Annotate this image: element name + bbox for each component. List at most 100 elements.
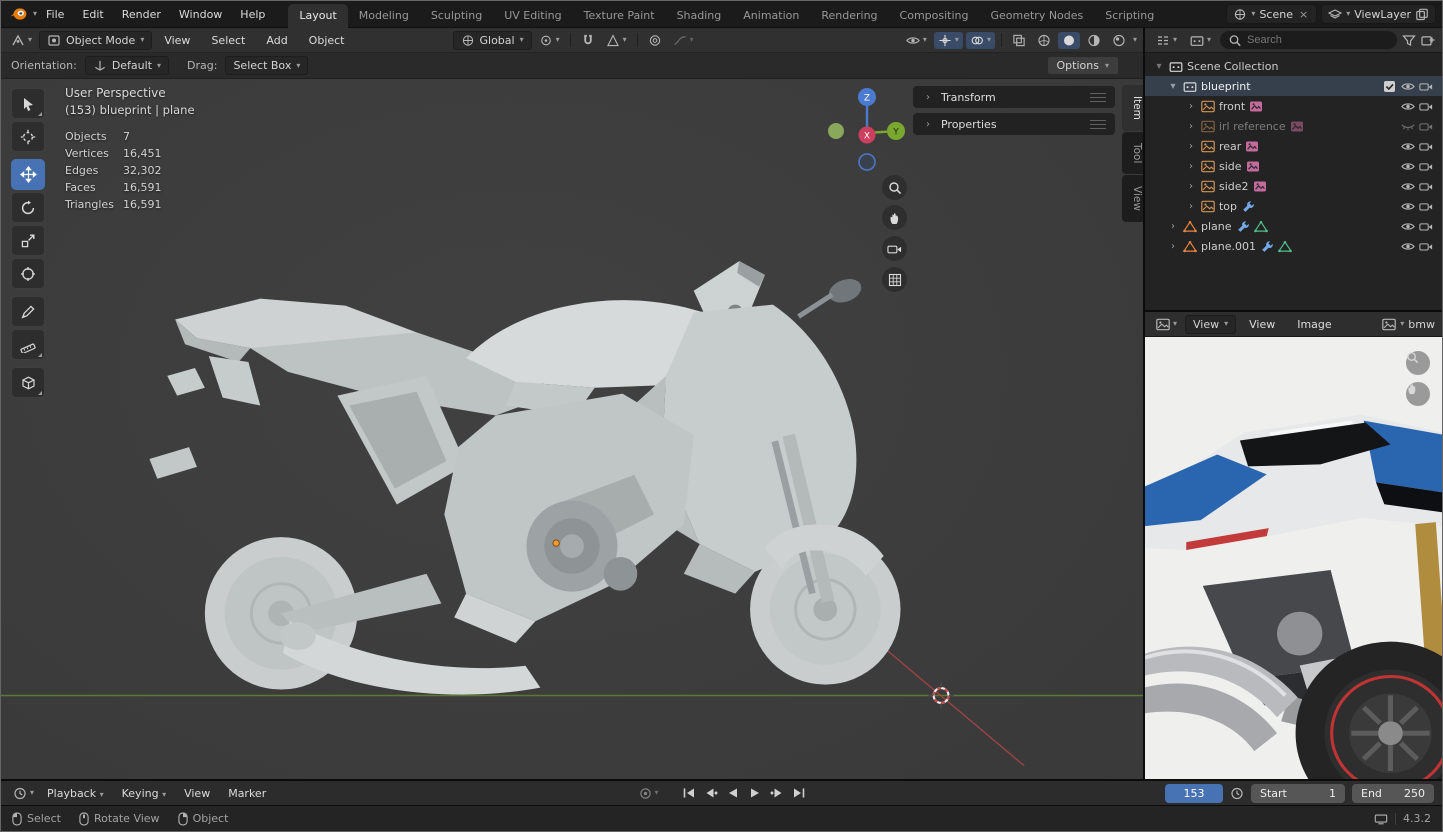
camera-icon[interactable] [1419, 160, 1433, 173]
proportional-editing-toggle[interactable] [644, 32, 666, 49]
play-reverse-button[interactable] [724, 784, 743, 802]
tab-modeling[interactable]: Modeling [348, 4, 420, 28]
outliner-row-top[interactable]: › top [1145, 196, 1442, 216]
expand-arrow[interactable]: › [1185, 121, 1197, 132]
shading-rendered-button[interactable] [1108, 32, 1130, 49]
shading-wireframe-button[interactable] [1033, 32, 1055, 49]
eye-icon[interactable] [1401, 160, 1415, 173]
expand-arrow[interactable]: › [1167, 221, 1179, 232]
falloff-dropdown[interactable]: ▾ [669, 32, 698, 49]
expand-arrow[interactable]: ▾ [1167, 81, 1179, 92]
menu-add[interactable]: Add [257, 31, 296, 50]
tab-texture-paint[interactable]: Texture Paint [573, 4, 666, 28]
shading-chevron-icon[interactable]: ▾ [1133, 36, 1137, 44]
image-zoom-button[interactable] [1406, 351, 1430, 375]
shading-material-button[interactable] [1083, 32, 1105, 49]
new-collection-icon[interactable] [1421, 34, 1435, 47]
navigation-gizmo[interactable]: Z Y X [827, 85, 907, 171]
eye-icon[interactable] [1401, 80, 1415, 93]
image-mode-dropdown[interactable]: View ▾ [1184, 314, 1237, 334]
expand-arrow[interactable]: › [1167, 241, 1179, 252]
preview-range-icon[interactable] [1230, 787, 1244, 800]
image-pan-button[interactable] [1406, 382, 1430, 406]
tab-scripting[interactable]: Scripting [1094, 4, 1165, 28]
tool-measure[interactable] [11, 329, 45, 360]
timeline-view-menu[interactable]: View [175, 784, 219, 803]
menu-edit[interactable]: Edit [73, 5, 112, 24]
npanel-properties-section[interactable]: › Properties [912, 113, 1115, 135]
jump-to-end-button[interactable] [790, 784, 809, 802]
npanel-tab-view[interactable]: View [1121, 175, 1143, 223]
eye-icon[interactable] [1401, 220, 1415, 233]
play-button[interactable] [746, 784, 765, 802]
camera-icon[interactable] [1419, 200, 1433, 213]
tool-rotate[interactable] [11, 192, 45, 223]
auto-keying-toggle[interactable]: ▾ [634, 785, 662, 802]
snap-target-button[interactable]: ▾ [602, 32, 631, 49]
viewlayer-selector[interactable]: ▾ ViewLayer [1321, 4, 1436, 24]
expand-arrow[interactable]: › [1185, 161, 1197, 172]
outliner-display-mode-button[interactable]: ▾ [1186, 32, 1215, 49]
tab-rendering[interactable]: Rendering [810, 4, 888, 28]
eye-icon[interactable] [1401, 200, 1415, 213]
show-object-types-button[interactable]: ▾ [902, 32, 931, 49]
outliner-row-rear[interactable]: › rear [1145, 136, 1442, 156]
camera-icon[interactable] [1419, 100, 1433, 113]
npanel-tab-tool[interactable]: Tool [1121, 131, 1143, 175]
tab-animation[interactable]: Animation [732, 4, 810, 28]
tool-transform[interactable] [11, 258, 45, 289]
drag-grip[interactable] [1089, 92, 1106, 102]
drag-grip[interactable] [1089, 119, 1106, 129]
xray-toggle[interactable] [1008, 32, 1030, 49]
tab-shading[interactable]: Shading [666, 4, 733, 28]
snap-toggle[interactable] [577, 32, 599, 49]
menu-help[interactable]: Help [231, 5, 274, 24]
jump-to-start-button[interactable] [680, 784, 699, 802]
tab-sculpting[interactable]: Sculpting [420, 4, 493, 28]
image-menu-image[interactable]: Image [1288, 315, 1340, 334]
gizmo-y-label[interactable]: Y [892, 128, 899, 138]
tool-scale[interactable] [11, 225, 45, 256]
menu-view[interactable]: View [155, 31, 199, 50]
tab-uv-editing[interactable]: UV Editing [493, 4, 572, 28]
end-frame-field[interactable]: End 250 [1352, 783, 1434, 803]
start-frame-field[interactable]: Start 1 [1251, 783, 1345, 803]
prev-keyframe-button[interactable] [702, 784, 721, 802]
eye-icon[interactable] [1401, 140, 1415, 153]
expand-arrow[interactable]: › [1185, 201, 1197, 212]
tool-select-box[interactable] [11, 88, 45, 119]
eye-icon[interactable] [1401, 100, 1415, 113]
menu-object[interactable]: Object [300, 31, 354, 50]
orientation-default-dropdown[interactable]: Default ▾ [84, 56, 170, 75]
outliner-row-plane-001[interactable]: › plane.001 [1145, 236, 1442, 256]
expand-arrow[interactable]: › [1185, 101, 1197, 112]
npanel-transform-section[interactable]: › Transform [912, 86, 1115, 108]
filter-icon[interactable] [1402, 34, 1416, 47]
gizmo-x-label[interactable]: X [864, 132, 870, 142]
keying-menu[interactable]: Keying ▾ [113, 784, 175, 803]
camera-icon[interactable] [1419, 120, 1433, 133]
outliner-row-side[interactable]: › side [1145, 156, 1442, 176]
viewport-canvas[interactable]: User Perspective (153) blueprint | plane… [1, 79, 1143, 779]
menu-window[interactable]: Window [170, 5, 231, 24]
zoom-button[interactable] [882, 175, 907, 200]
timeline-editor-type-button[interactable]: ▾ [9, 785, 38, 802]
eye-icon[interactable] [1401, 240, 1415, 253]
current-frame-field[interactable]: 153 [1165, 783, 1223, 803]
npanel-tab-item[interactable]: Item [1121, 85, 1143, 131]
scene-selector[interactable]: ▾ Scene × [1226, 4, 1318, 24]
mode-dropdown[interactable]: Object Mode ▾ [39, 30, 153, 50]
overlays-button[interactable]: ▾ [965, 31, 995, 49]
expand-arrow[interactable]: › [1185, 141, 1197, 152]
transform-orientation-dropdown[interactable]: Global ▾ [452, 30, 532, 50]
blender-logo-icon[interactable] [7, 5, 29, 23]
image-datablock-selector[interactable]: ▾ bmw [1382, 318, 1435, 331]
outliner-search[interactable] [1220, 31, 1397, 49]
tool-annotate[interactable] [11, 296, 45, 327]
copy-icon[interactable] [1415, 8, 1429, 21]
menu-select[interactable]: Select [202, 31, 254, 50]
camera-icon[interactable] [1419, 80, 1433, 93]
eye-closed-icon[interactable] [1401, 120, 1415, 133]
expand-arrow[interactable]: ▾ [1153, 61, 1165, 72]
playback-menu[interactable]: Playback ▾ [38, 784, 113, 803]
